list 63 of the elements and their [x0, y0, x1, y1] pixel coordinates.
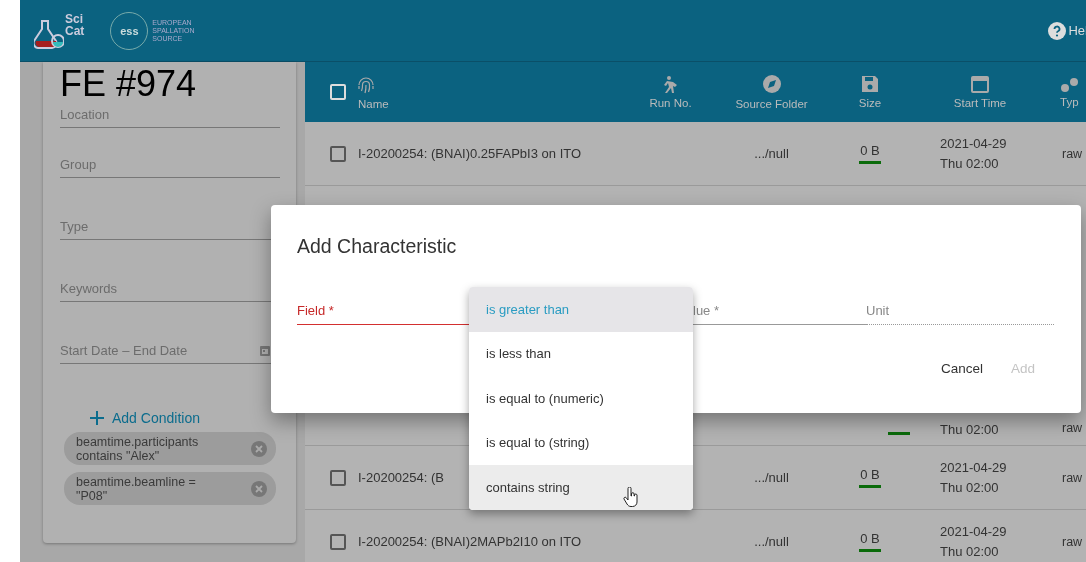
calendar-icon [971, 75, 989, 93]
filter-field[interactable]: Group [60, 156, 280, 172]
column-header[interactable]: Name [358, 97, 389, 110]
table-cell: Thu 02:00 [940, 480, 999, 495]
column-header[interactable]: Run No. [649, 97, 692, 109]
table-cell: 0 B [860, 467, 880, 482]
column-header[interactable]: Source Folder [735, 98, 808, 110]
table-cell: raw [1062, 470, 1083, 485]
row-checkbox[interactable] [330, 145, 346, 162]
filter-field[interactable]: Type [60, 218, 280, 234]
fingerprint-icon [358, 74, 374, 94]
column-header[interactable]: Start Time [953, 96, 1007, 109]
row-checkbox[interactable] [330, 533, 346, 550]
add-condition-button[interactable]: Add Condition [90, 410, 200, 426]
table-cell: raw [1062, 146, 1083, 161]
menu-item[interactable]: is less than [469, 331, 693, 376]
condition-text: beamtime.beamline = "P08" [76, 474, 197, 503]
table-cell: 0 B [860, 531, 880, 546]
column-header[interactable]: Size [858, 97, 882, 109]
menu-item[interactable]: contains string [469, 465, 693, 510]
table-cell: 0 B [860, 143, 880, 158]
table-cell: Thu 02:00 [940, 422, 999, 437]
size-bar [859, 161, 881, 164]
menu-item[interactable]: is greater than [469, 287, 693, 332]
table-cell: I-20200254: (B [358, 470, 444, 485]
menu-item[interactable]: is equal to (numeric) [469, 376, 693, 421]
dialog-title: Add Characteristic [297, 235, 458, 259]
table-cell: 2021-04-29 [940, 524, 1007, 539]
table-cell: 2021-04-29 [940, 136, 1007, 151]
menu-item[interactable]: is equal to (string) [469, 420, 693, 465]
table-cell: Thu 02:00 [940, 156, 999, 171]
table-cell: .../null [754, 470, 789, 485]
hand-cursor-icon [623, 487, 639, 507]
table-cell: .../null [754, 534, 789, 549]
dots-icon [1060, 76, 1079, 92]
compass-icon [761, 74, 782, 94]
table-cell: 2021-04-29 [940, 460, 1007, 475]
annotation-text: FE #974 [60, 66, 197, 102]
remove-icon [251, 480, 267, 497]
help-icon [1048, 21, 1067, 40]
table-cell: Thu 02:00 [940, 544, 999, 559]
size-bar [859, 485, 881, 488]
logo-text: Sci [65, 12, 84, 25]
size-bar [859, 549, 881, 552]
running-person-icon [663, 75, 678, 93]
row-checkbox[interactable] [330, 469, 346, 486]
condition-text: beamtime.participants contains "Alex" [76, 434, 200, 463]
filter-field[interactable]: Keywords [60, 280, 280, 296]
calendar-icon [260, 344, 270, 356]
plus-icon [90, 411, 104, 425]
column-header[interactable]: Typ [1060, 95, 1079, 108]
table-cell: I-20200254: (BNAI)2MAPb2I10 on ITO [358, 534, 582, 549]
cancel-button[interactable]: Cancel [926, 355, 997, 382]
size-bar [888, 432, 910, 435]
table-cell: I-20200254: (BNAI)0.25FAPbI3 on ITO [358, 146, 582, 161]
table-cell: .../null [754, 146, 789, 161]
table-cell: raw [1062, 534, 1083, 549]
filter-field[interactable]: Start Date – End Date [60, 342, 260, 358]
select-all-checkbox[interactable] [330, 84, 346, 100]
remove-icon [251, 440, 267, 457]
filter-field[interactable]: Location [60, 106, 280, 122]
logo-text: Cat [65, 24, 85, 37]
table-cell: raw [1062, 421, 1083, 435]
